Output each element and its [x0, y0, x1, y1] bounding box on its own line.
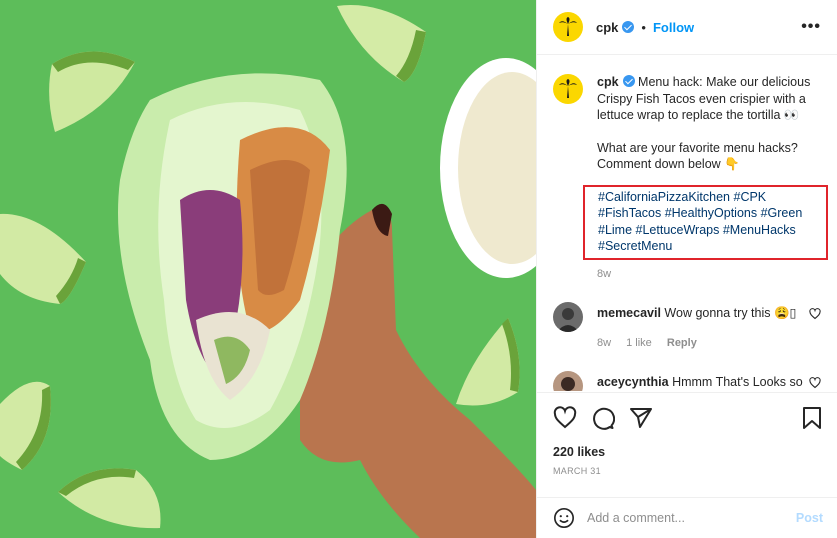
- comment-button[interactable]: [591, 406, 615, 430]
- comment-body: memecavil Wow gonna try this 😩▯ 8w 1 lik…: [597, 302, 807, 351]
- post-container: cpk • Follow ••• cpk Menu hack: Make our…: [0, 0, 837, 538]
- verified-icon: [622, 21, 635, 33]
- like-button[interactable]: [553, 406, 577, 430]
- separator-dot: •: [641, 19, 646, 35]
- comment-meta: 8w 1 like Reply: [597, 335, 807, 351]
- comment-icon: [593, 407, 615, 430]
- avatar[interactable]: [553, 302, 583, 332]
- comment-username[interactable]: aceycynthia: [597, 375, 669, 389]
- action-bar: 220 likes MARCH 31: [537, 392, 837, 496]
- fish-taco-photo: [0, 0, 536, 538]
- avatar[interactable]: [553, 12, 583, 42]
- post-image[interactable]: [0, 0, 536, 538]
- share-button[interactable]: [629, 406, 653, 430]
- more-icon[interactable]: •••: [801, 18, 821, 36]
- comment-text: Wow gonna try this 😩▯: [664, 306, 797, 320]
- comment-composer: Post: [537, 497, 837, 538]
- bookmark-icon: [803, 407, 821, 429]
- caption-time: 8w: [597, 267, 612, 280]
- caption-question: What are your favorite menu hacks? Comme…: [597, 140, 798, 172]
- comment: aceycynthia Hmmm That's Looks so: [553, 371, 821, 391]
- comment-likes[interactable]: 1 like: [626, 337, 652, 349]
- palm-tree-icon: [559, 17, 577, 36]
- caption-username[interactable]: cpk: [597, 75, 619, 89]
- reply-button[interactable]: Reply: [667, 337, 697, 349]
- comment: memecavil Wow gonna try this 😩▯ 8w 1 lik…: [553, 302, 821, 351]
- likes-count[interactable]: 220 likes: [553, 445, 823, 459]
- emoji-button[interactable]: [553, 507, 575, 529]
- heart-icon: [553, 406, 577, 429]
- caption-body: cpk Menu hack: Make our delicious Crispy…: [583, 74, 828, 282]
- emoji-icon: [554, 508, 574, 528]
- heart-icon[interactable]: [809, 377, 821, 389]
- post-details-panel: cpk • Follow ••• cpk Menu hack: Make our…: [536, 0, 837, 538]
- palm-tree-icon: [559, 79, 577, 98]
- follow-button[interactable]: Follow: [653, 20, 694, 35]
- comment-body: aceycynthia Hmmm That's Looks so: [597, 371, 807, 390]
- avatar[interactable]: [553, 371, 583, 391]
- post-date: MARCH 31: [553, 466, 601, 476]
- share-icon: [630, 408, 652, 428]
- header-username[interactable]: cpk: [596, 20, 618, 35]
- user-photo: [553, 371, 583, 391]
- save-button[interactable]: [801, 406, 823, 430]
- comment-text: Hmmm That's Looks so: [672, 375, 803, 389]
- comment-input[interactable]: [587, 511, 796, 525]
- verified-icon: [622, 75, 635, 87]
- user-photo: [553, 302, 583, 332]
- caption: cpk Menu hack: Make our delicious Crispy…: [553, 56, 828, 282]
- comment-username[interactable]: memecavil: [597, 306, 661, 320]
- post-header: cpk • Follow •••: [537, 0, 837, 55]
- avatar[interactable]: [553, 74, 583, 104]
- comments-section[interactable]: cpk Menu hack: Make our delicious Crispy…: [537, 56, 837, 391]
- hashtags-highlight[interactable]: #CaliforniaPizzaKitchen #CPK #FishTacos …: [583, 184, 828, 260]
- heart-icon[interactable]: [809, 308, 821, 320]
- comment-time: 8w: [597, 337, 612, 349]
- action-icons: [553, 403, 823, 433]
- post-button[interactable]: Post: [796, 511, 823, 525]
